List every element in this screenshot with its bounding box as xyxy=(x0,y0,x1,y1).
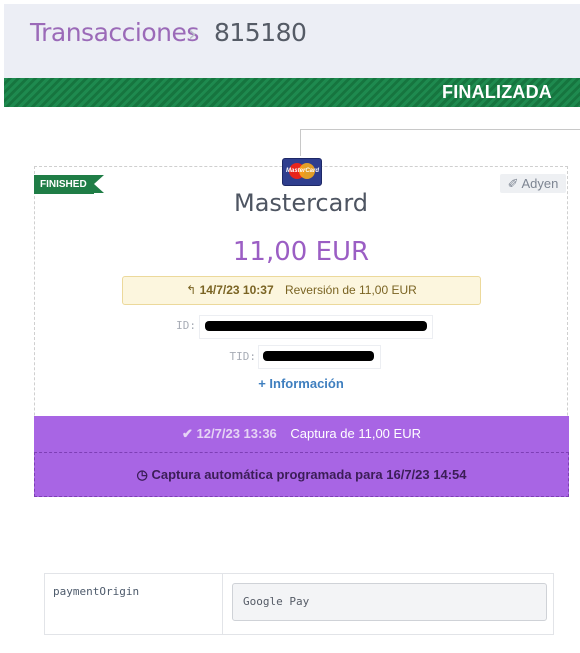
capture-event-row: ✔ 12/7/23 13:36 Captura de 11,00 EUR xyxy=(34,416,569,452)
metadata-value-field[interactable]: Google Pay xyxy=(232,583,547,621)
mastercard-logo-icon: MasterCard xyxy=(282,158,322,186)
info-link-label: Información xyxy=(269,376,344,391)
table-divider xyxy=(222,574,223,634)
transaction-amount: 11,00 EUR xyxy=(232,237,370,267)
info-link[interactable]: + Información xyxy=(34,376,568,391)
metadata-table: paymentOrigin Google Pay xyxy=(44,573,554,635)
clock-icon: ◷ xyxy=(136,467,148,482)
reversal-text: Reversión de 11,00 EUR xyxy=(284,283,417,297)
capture-text: Captura de 11,00 EUR xyxy=(290,426,421,441)
card-brand: Mastercard xyxy=(233,189,368,217)
tid-redacted-value xyxy=(263,351,374,361)
breadcrumb-transaction-id: 815180 xyxy=(214,18,307,47)
reversal-notice: ↰ 14/7/23 10:37 Reversión de 11,00 EUR xyxy=(122,276,481,305)
reply-arrow-icon: ↰ xyxy=(186,283,197,297)
id-redacted-value xyxy=(205,321,427,331)
capture-timestamp: 12/7/23 13:36 xyxy=(196,426,277,441)
metadata-key: paymentOrigin xyxy=(53,585,140,598)
flow-connector-vertical xyxy=(300,129,301,156)
plus-icon: + xyxy=(258,376,266,391)
mastercard-logo-text: MasterCard xyxy=(286,168,320,174)
breadcrumb-transactions-link[interactable]: Transacciones xyxy=(30,18,199,47)
id-label: ID: xyxy=(176,319,196,332)
status-label: FINALIZADA xyxy=(442,82,552,102)
check-icon: ✔ xyxy=(182,426,193,441)
flow-connector-horizontal xyxy=(300,129,580,130)
breadcrumb-chevron-icon: › xyxy=(188,22,197,47)
auto-capture-text: Captura automática programada para 16/7/… xyxy=(151,467,467,482)
status-banner: FINALIZADA xyxy=(4,78,580,107)
tid-label: TID: xyxy=(229,350,257,363)
capture-timestamp-group: ✔ 12/7/23 13:36 xyxy=(182,426,280,441)
reversal-timestamp: 14/7/23 10:37 xyxy=(199,283,274,297)
auto-capture-row: ◷ Captura automática programada para 16/… xyxy=(34,452,569,497)
